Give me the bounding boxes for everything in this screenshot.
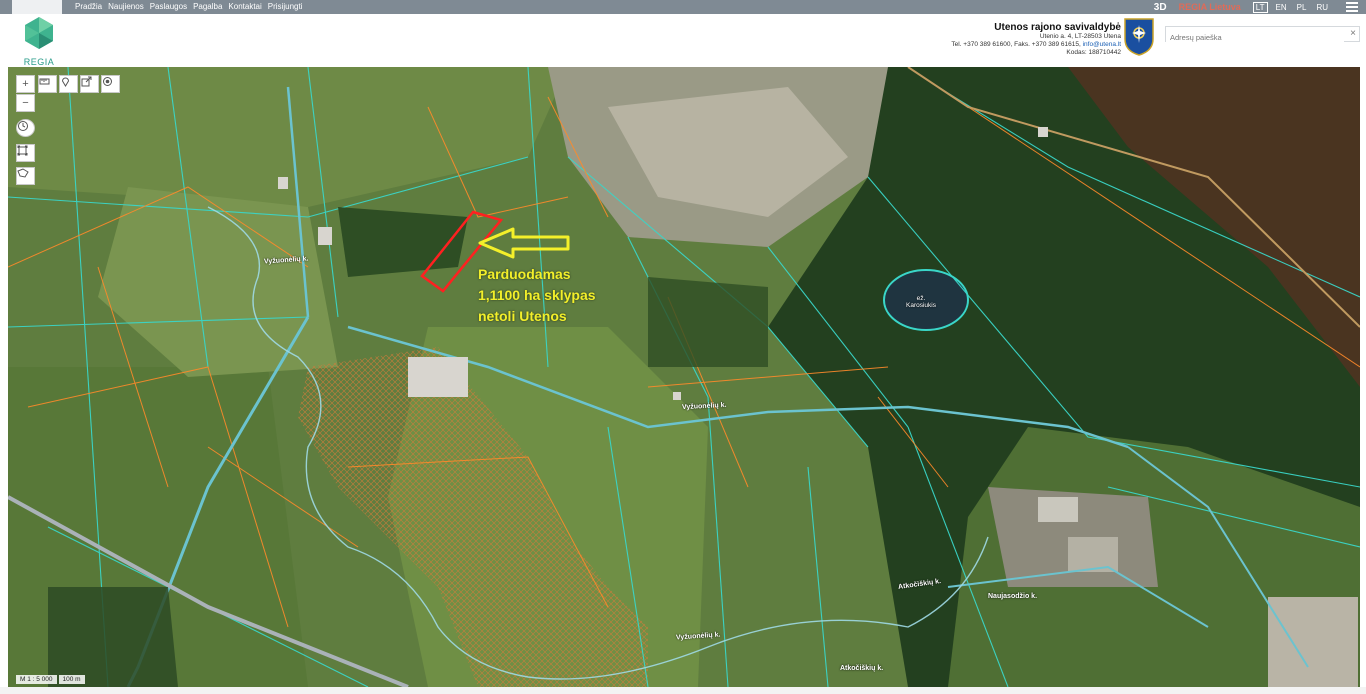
regia-logo[interactable]: REGIA: [20, 14, 58, 67]
measure-ruler-button[interactable]: [38, 75, 57, 93]
hamburger-menu-icon[interactable]: [1346, 2, 1358, 12]
lang-lt[interactable]: LT: [1252, 1, 1268, 13]
municipality-info: Utenos rajono savivaldybė Utenio a. 4, L…: [951, 22, 1121, 57]
map-pin-icon: [61, 77, 70, 87]
logo-tab: [12, 0, 62, 14]
zoom-out-button[interactable]: −: [16, 94, 35, 112]
fullscreen-icon: [17, 145, 28, 156]
sale-line-1: Parduodamas: [478, 266, 571, 282]
sale-line-3: netoli Utenos: [478, 308, 567, 324]
share-button[interactable]: [80, 75, 99, 93]
address-search-input[interactable]: [1166, 30, 1344, 45]
scale-bar: 100 m: [58, 675, 85, 684]
sale-line-2: 1,1100 ha sklypas: [478, 287, 596, 303]
nav-item-pagalba[interactable]: Pagalba: [193, 0, 222, 14]
municipality-phone: Tel. +370 389 61600, Faks. +370 389 6161…: [951, 41, 1081, 48]
ruler-icon: [39, 78, 50, 85]
zoom-in-button[interactable]: +: [16, 75, 35, 93]
lake-label: ež. Karosiukis: [906, 295, 936, 309]
draw-polygon-button[interactable]: [16, 167, 35, 185]
nav-item-paslaugos[interactable]: Paslaugos: [150, 0, 187, 14]
lang-ru[interactable]: RU: [1314, 3, 1330, 12]
place-marker-button[interactable]: [59, 75, 78, 93]
fullscreen-button[interactable]: [16, 144, 35, 162]
nav-item-kontaktai[interactable]: Kontaktai: [228, 0, 261, 14]
brand-name: REGIA: [23, 57, 55, 67]
top-bar: Pradžia Naujienos Paslaugos Pagalba Kont…: [0, 0, 1366, 14]
polygon-icon: [17, 168, 29, 178]
nav-item-prisijungti[interactable]: Prisijungti: [268, 0, 303, 14]
share-icon: [81, 76, 92, 87]
sale-annotation: Parduodamas 1,1100 ha sklypas netoli Ute…: [478, 264, 596, 327]
lang-pl[interactable]: PL: [1295, 3, 1309, 12]
village-label: Atkočiškių k.: [840, 665, 884, 672]
locate-me-button[interactable]: [101, 75, 120, 93]
municipality-email[interactable]: info@utena.lt: [1083, 41, 1121, 48]
aerial-map: [8, 67, 1360, 687]
lang-en[interactable]: EN: [1274, 3, 1289, 12]
history-button[interactable]: [16, 119, 35, 137]
lake-label-prefix: ež.: [916, 295, 926, 302]
map-scale: M 1 : 5 000 100 m: [16, 675, 85, 684]
view-3d-link[interactable]: 3D: [1154, 2, 1167, 13]
target-icon: [103, 77, 112, 86]
regia-lietuva-link[interactable]: REGIA Lietuva: [1179, 2, 1241, 12]
municipality-address: Utenio a. 4, LT-28503 Utena: [1039, 33, 1121, 40]
lake-label-name: Karosiukis: [906, 302, 936, 309]
municipality-name: Utenos rajono savivaldybė: [994, 22, 1121, 33]
header: REGIA Utenos rajono savivaldybė Utenio a…: [0, 14, 1366, 67]
coat-of-arms-icon: [1124, 18, 1154, 56]
main-nav: Pradžia Naujienos Paslaugos Pagalba Kont…: [75, 0, 302, 14]
footer-strip: [0, 687, 1366, 694]
nav-item-naujienos[interactable]: Naujienos: [108, 0, 144, 14]
clock-icon: [18, 121, 28, 131]
scale-ratio: M 1 : 5 000: [16, 675, 57, 684]
clear-search-icon[interactable]: ×: [1350, 27, 1356, 41]
map-view[interactable]: + − Parduodamas 1,1100 ha sklypas netoli…: [8, 67, 1360, 687]
nav-item-pradzia[interactable]: Pradžia: [75, 0, 102, 14]
right-nav: 3D REGIA Lietuva LT EN PL RU: [1154, 0, 1358, 14]
municipality-contacts: Tel. +370 389 61600, Faks. +370 389 6161…: [951, 41, 1121, 49]
village-label: Naujasodžio k.: [988, 593, 1038, 600]
regia-logo-icon: [25, 17, 53, 49]
municipality-code: Kodas: 188710442: [1066, 49, 1121, 56]
address-search[interactable]: ×: [1165, 26, 1360, 45]
